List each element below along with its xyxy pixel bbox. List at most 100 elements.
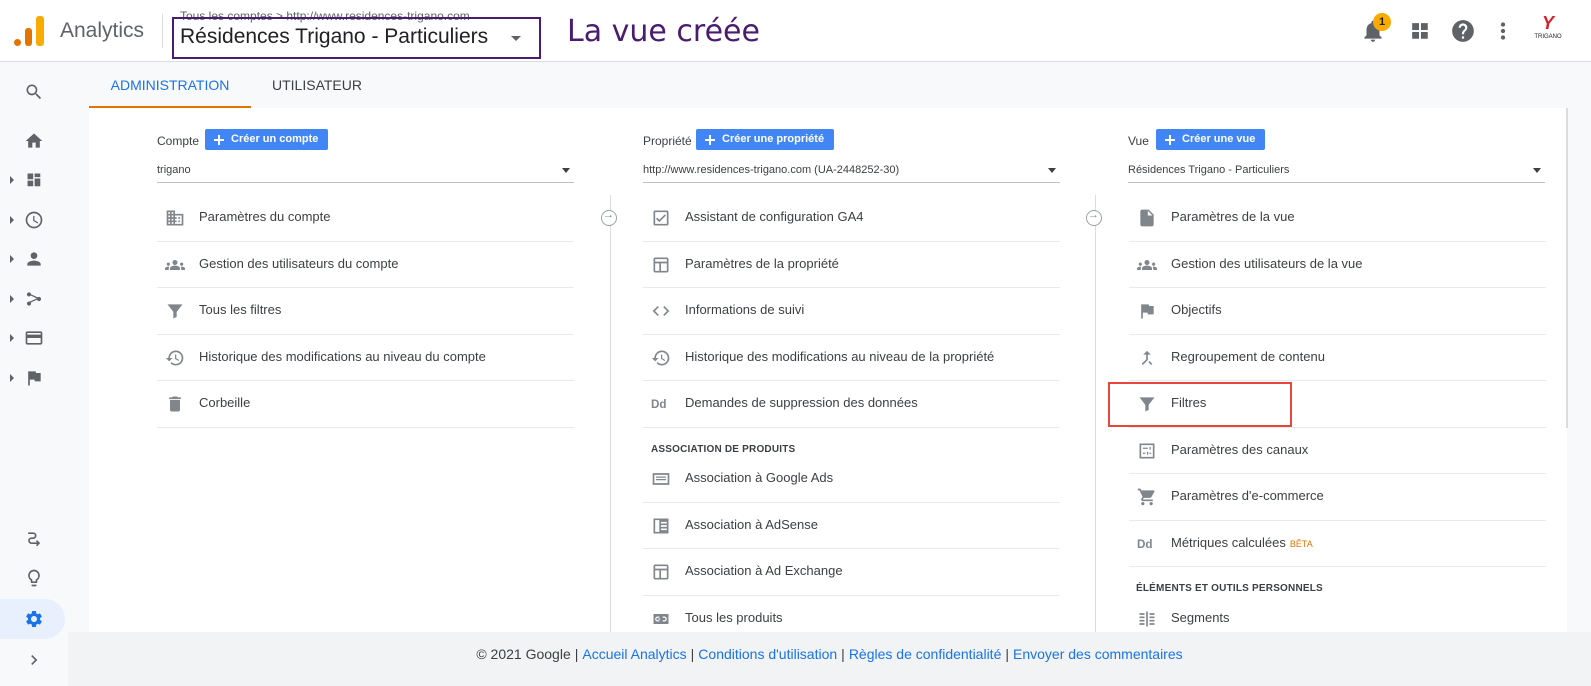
row-label: Regroupement de contenu — [1171, 348, 1325, 364]
footer: © 2021 Google | Accueil Analytics | Conditio… — [68, 632, 1591, 686]
person-icon — [27, 252, 41, 266]
users-icon — [165, 259, 185, 270]
segments-icon — [1139, 611, 1155, 627]
property-selector-value: http://www.residences-trigano.com (UA-24… — [643, 164, 900, 176]
account-avatar[interactable]: Y TRIGANO — [1533, 14, 1563, 46]
row-label: Objectifs — [1171, 302, 1222, 317]
ecommerce-settings-row[interactable]: Paramètres d'e-commerce — [1129, 474, 1546, 521]
rail-acquisition[interactable] — [0, 281, 68, 317]
rail-realtime[interactable] — [0, 202, 68, 238]
all-filters-row[interactable]: Tous les filtres — [157, 288, 574, 335]
dd-icon: Dd — [1137, 538, 1153, 551]
expand-arrow-icon — [10, 374, 14, 382]
merge-icon — [1141, 350, 1153, 365]
rail-home[interactable] — [0, 123, 68, 159]
google-ads-link-row[interactable]: Association à Google Ads — [643, 456, 1060, 503]
lightbulb-icon — [28, 569, 40, 587]
footer-link-privacy[interactable]: Règles de confidentialité — [849, 646, 1002, 662]
row-label: Paramètres d'e-commerce — [1171, 488, 1324, 503]
trash-row[interactable]: Corbeille — [157, 381, 574, 428]
data-deletion-row[interactable]: Dd Demandes de suppression des données — [643, 381, 1060, 428]
chevron-right-icon — [31, 655, 38, 665]
analytics-logo-icon[interactable] — [14, 14, 44, 46]
rail-attribution[interactable] — [0, 521, 68, 557]
account-selector[interactable]: trigano — [157, 161, 574, 183]
history-icon — [165, 350, 184, 365]
footer-link-terms[interactable]: Conditions d'utilisation — [698, 646, 837, 662]
filter-icon — [167, 304, 183, 319]
row-label: Segments — [1171, 610, 1230, 625]
code-icon — [652, 306, 670, 316]
rail-discover[interactable] — [0, 560, 68, 596]
app-name[interactable]: Analytics — [60, 19, 144, 43]
view-selector-dropdown[interactable]: Résidences Trigano - Particuliers — [1128, 161, 1545, 183]
view-users-row[interactable]: Gestion des utilisateurs de la vue — [1129, 242, 1546, 288]
row-label: Tous les produits — [685, 609, 783, 625]
rail-audience[interactable] — [0, 241, 68, 277]
notification-badge: 1 — [1373, 13, 1391, 31]
account-selector-value: trigano — [157, 164, 191, 176]
create-property-button[interactable]: Créer une propriété — [696, 129, 835, 150]
svg-text:Dd: Dd — [651, 398, 667, 411]
chevron-down-icon — [562, 168, 570, 173]
apps-grid-icon[interactable] — [1407, 18, 1433, 44]
acquisition-icon — [26, 292, 42, 306]
tab-administration[interactable]: ADMINISTRATION — [89, 62, 251, 108]
ad-exchange-link-row[interactable]: Association à Ad Exchange — [643, 549, 1060, 596]
calculated-metrics-row[interactable]: Dd Métriques calculées BÊTA — [1129, 521, 1546, 567]
adsense-link-row[interactable]: Association à AdSense — [643, 503, 1060, 549]
home-icon — [25, 133, 43, 148]
create-account-button[interactable]: Créer un compte — [205, 129, 329, 150]
create-view-button[interactable]: Créer une vue — [1156, 129, 1266, 150]
segments-row[interactable]: Segments — [1129, 596, 1546, 632]
property-settings-row[interactable]: Paramètres de la propriété — [643, 242, 1060, 288]
row-label: Informations de suivi — [685, 302, 805, 317]
footer-link-analytics-home[interactable]: Accueil Analytics — [582, 646, 686, 662]
rail-conversions[interactable] — [0, 360, 68, 396]
ads-icon — [652, 473, 670, 485]
scrollbar[interactable] — [1566, 108, 1568, 428]
trigano-logo-icon: Y — [1541, 13, 1554, 33]
expand-arrow-icon — [10, 216, 14, 224]
beta-badge: BÊTA — [1289, 538, 1313, 549]
property-history-row[interactable]: Historique des modifications au niveau d… — [643, 335, 1060, 381]
view-selector-value: Résidences Trigano - Particuliers — [1128, 164, 1290, 176]
rail-admin[interactable] — [0, 601, 68, 637]
footer-link-feedback[interactable]: Envoyer des commentaires — [1013, 646, 1183, 662]
arrow-right-icon — [1086, 209, 1102, 226]
row-label: Filtres — [1171, 395, 1207, 410]
tab-utilisateur[interactable]: UTILISATEUR — [261, 62, 373, 108]
checklist-icon — [653, 210, 669, 226]
account-history-row[interactable]: Historique des modifications au niveau d… — [157, 335, 574, 381]
expand-arrow-icon — [10, 176, 14, 184]
rail-behavior[interactable] — [0, 320, 68, 356]
content-grouping-row[interactable]: Regroupement de contenu — [1129, 335, 1546, 381]
document-icon — [1140, 209, 1154, 227]
channel-settings-row[interactable]: Paramètres des canaux — [1129, 428, 1546, 474]
filters-row[interactable]: Filtres — [1129, 381, 1546, 428]
account-settings-row[interactable]: Paramètres du compte — [157, 195, 574, 242]
rail-search[interactable] — [0, 74, 68, 110]
rail-expand[interactable] — [0, 642, 68, 678]
account-users-row[interactable]: Gestion des utilisateurs du compte — [157, 242, 574, 288]
row-label: Métriques calculées BÊTA — [1171, 535, 1313, 550]
help-icon[interactable] — [1450, 18, 1476, 44]
behavior-icon — [25, 331, 43, 345]
top-app-bar: Analytics Tous les comptes > http://www.… — [0, 0, 1591, 62]
ga4-setup-row[interactable]: Assistant de configuration GA4 — [643, 195, 1060, 242]
all-products-row[interactable]: Tous les produits — [643, 596, 1060, 632]
row-label: Association à Google Ads — [685, 470, 834, 485]
row-label: Historique des modifications au niveau d… — [685, 348, 995, 364]
tracking-info-row[interactable]: Informations de suivi — [643, 288, 1060, 335]
rail-customization[interactable] — [0, 162, 68, 198]
chevron-down-icon — [1048, 168, 1056, 173]
property-selector[interactable]: http://www.residences-trigano.com (UA-24… — [643, 161, 1060, 183]
view-settings-row[interactable]: Paramètres de la vue — [1129, 195, 1546, 242]
adexchange-icon — [653, 564, 669, 580]
svg-text:Dd: Dd — [1137, 538, 1153, 551]
goals-row[interactable]: Objectifs — [1129, 288, 1546, 335]
row-label: Paramètres du compte — [199, 209, 331, 224]
footer-copyright: © 2021 Google — [476, 646, 571, 662]
row-label: Demandes de suppression des données — [685, 395, 918, 410]
more-vert-icon[interactable] — [1490, 18, 1516, 44]
